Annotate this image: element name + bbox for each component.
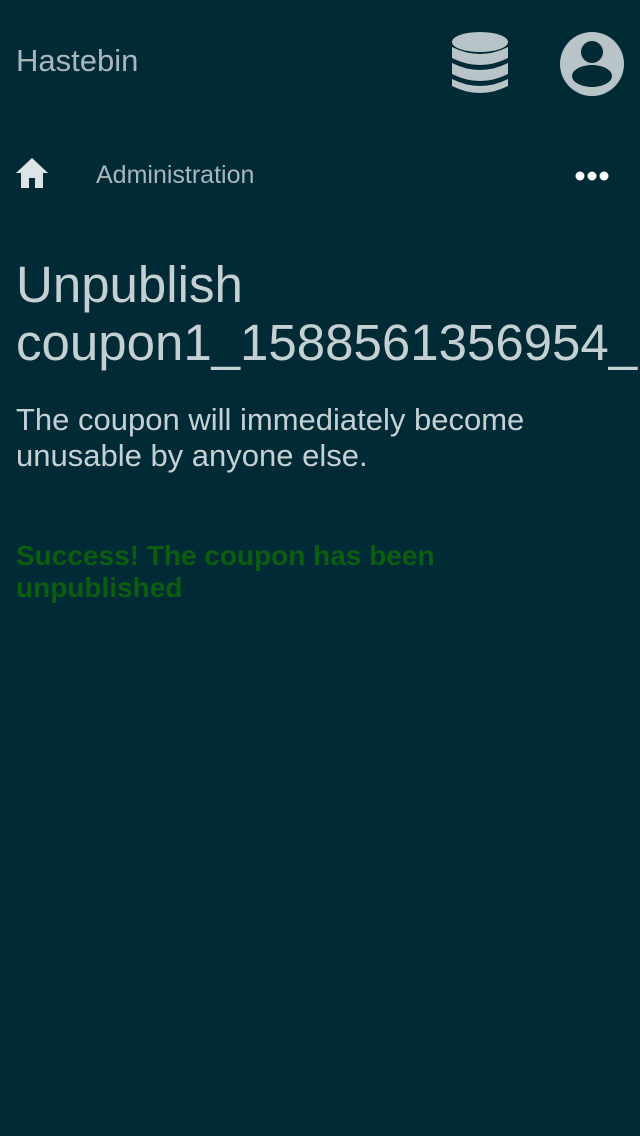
title-line-2: coupon1_1588561356954_ — [16, 314, 638, 371]
brand-link[interactable]: Hastebin — [16, 42, 138, 80]
description-text: The coupon will immediately become unusa… — [16, 402, 525, 473]
more-horizontal-icon[interactable] — [574, 166, 610, 186]
database-icon[interactable] — [448, 30, 512, 98]
title-line-1: Unpublish — [16, 256, 243, 313]
success-message: Success! The coupon has been unpublished — [16, 540, 435, 603]
home-icon[interactable] — [14, 156, 50, 190]
page-title: Unpublish coupon1_1588561356954_ — [16, 256, 640, 372]
breadcrumb-administration[interactable]: Administration — [96, 160, 254, 190]
user-circle-icon[interactable] — [558, 30, 626, 98]
